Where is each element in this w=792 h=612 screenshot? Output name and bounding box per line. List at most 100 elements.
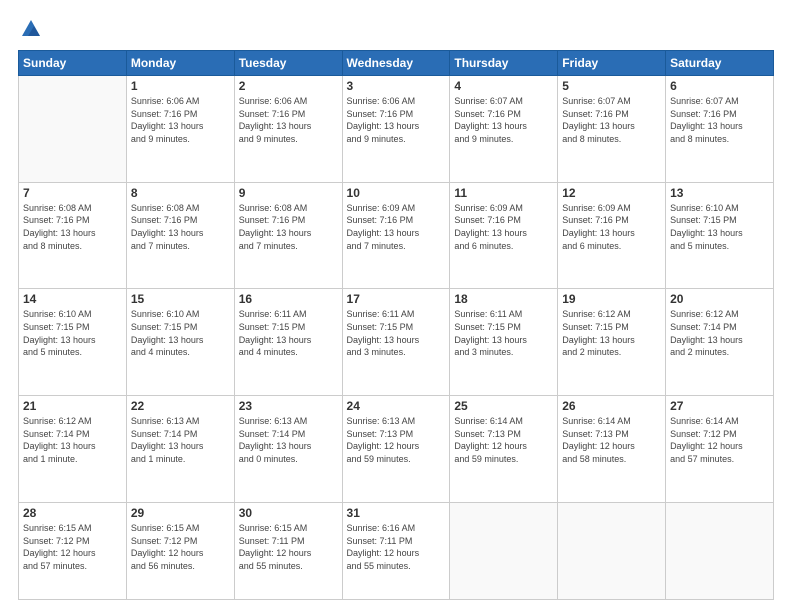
- calendar-cell: 12 Sunrise: 6:09 AM Sunset: 7:16 PM Dayli…: [558, 182, 666, 289]
- day-number: 25: [454, 399, 553, 413]
- calendar-cell: 13 Sunrise: 6:10 AM Sunset: 7:15 PM Dayli…: [666, 182, 774, 289]
- calendar-cell: 19Sunrise: 6:12 AM Sunset: 7:15 PM Dayli…: [558, 289, 666, 396]
- day-info: Sunrise: 6:14 AM Sunset: 7:13 PM Dayligh…: [562, 415, 661, 465]
- calendar-week-row: 28Sunrise: 6:15 AM Sunset: 7:12 PM Dayli…: [19, 502, 774, 599]
- day-number: 29: [131, 506, 230, 520]
- day-number: 17: [347, 292, 446, 306]
- day-number: 22: [131, 399, 230, 413]
- calendar-week-row: 1 Sunrise: 6:06 AM Sunset: 7:16 PM Daylig…: [19, 76, 774, 183]
- calendar-cell: 5Sunrise: 6:07 AM Sunset: 7:16 PM Daylig…: [558, 76, 666, 183]
- day-number: 31: [347, 506, 446, 520]
- day-number: 13: [670, 186, 769, 200]
- calendar-header-row: SundayMondayTuesdayWednesdayThursdayFrid…: [19, 51, 774, 76]
- day-number: 4: [454, 79, 553, 93]
- day-info: Sunrise: 6:06 AM Sunset: 7:16 PM Dayligh…: [347, 95, 446, 145]
- calendar-cell: 20 Sunrise: 6:12 AM Sunset: 7:14 PM Dayli…: [666, 289, 774, 396]
- day-number: 14: [23, 292, 122, 306]
- day-info: Sunrise: 6:06 AM Sunset: 7:16 PM Dayligh…: [131, 95, 230, 145]
- day-number: 15: [131, 292, 230, 306]
- calendar-cell: 6 Sunrise: 6:07 AM Sunset: 7:16 PM Daylig…: [666, 76, 774, 183]
- day-number: 23: [239, 399, 338, 413]
- calendar-cell: 9 Sunrise: 6:08 AM Sunset: 7:16 PM Daylig…: [234, 182, 342, 289]
- logo: [18, 18, 42, 40]
- day-number: 27: [670, 399, 769, 413]
- day-info: Sunrise: 6:09 AM Sunset: 7:16 PM Dayligh…: [347, 202, 446, 252]
- day-number: 20: [670, 292, 769, 306]
- calendar-cell: 28Sunrise: 6:15 AM Sunset: 7:12 PM Dayli…: [19, 502, 127, 599]
- calendar-cell: 18 Sunrise: 6:11 AM Sunset: 7:15 PM Dayli…: [450, 289, 558, 396]
- day-info: Sunrise: 6:10 AM Sunset: 7:15 PM Dayligh…: [23, 308, 122, 358]
- calendar-cell: 2Sunrise: 6:06 AM Sunset: 7:16 PM Daylig…: [234, 76, 342, 183]
- page: SundayMondayTuesdayWednesdayThursdayFrid…: [0, 0, 792, 612]
- day-number: 10: [347, 186, 446, 200]
- weekday-header-monday: Monday: [126, 51, 234, 76]
- day-number: 9: [239, 186, 338, 200]
- calendar-week-row: 7Sunrise: 6:08 AM Sunset: 7:16 PM Daylig…: [19, 182, 774, 289]
- calendar-cell: 25 Sunrise: 6:14 AM Sunset: 7:13 PM Dayli…: [450, 396, 558, 503]
- calendar-cell: 26 Sunrise: 6:14 AM Sunset: 7:13 PM Dayli…: [558, 396, 666, 503]
- calendar-table: SundayMondayTuesdayWednesdayThursdayFrid…: [18, 50, 774, 600]
- weekday-header-wednesday: Wednesday: [342, 51, 450, 76]
- calendar-cell: 4Sunrise: 6:07 AM Sunset: 7:16 PM Daylig…: [450, 76, 558, 183]
- calendar-cell: 17 Sunrise: 6:11 AM Sunset: 7:15 PM Dayli…: [342, 289, 450, 396]
- calendar-cell: 15 Sunrise: 6:10 AM Sunset: 7:15 PM Dayli…: [126, 289, 234, 396]
- weekday-header-friday: Friday: [558, 51, 666, 76]
- weekday-header-tuesday: Tuesday: [234, 51, 342, 76]
- day-info: Sunrise: 6:07 AM Sunset: 7:16 PM Dayligh…: [670, 95, 769, 145]
- day-info: Sunrise: 6:09 AM Sunset: 7:16 PM Dayligh…: [454, 202, 553, 252]
- day-info: Sunrise: 6:15 AM Sunset: 7:12 PM Dayligh…: [131, 522, 230, 572]
- weekday-header-saturday: Saturday: [666, 51, 774, 76]
- calendar-cell: 27 Sunrise: 6:14 AM Sunset: 7:12 PM Dayli…: [666, 396, 774, 503]
- day-number: 8: [131, 186, 230, 200]
- calendar-cell: 31 Sunrise: 6:16 AM Sunset: 7:11 PM Dayli…: [342, 502, 450, 599]
- day-info: Sunrise: 6:09 AM Sunset: 7:16 PM Dayligh…: [562, 202, 661, 252]
- day-info: Sunrise: 6:12 AM Sunset: 7:14 PM Dayligh…: [23, 415, 122, 465]
- day-info: Sunrise: 6:14 AM Sunset: 7:12 PM Dayligh…: [670, 415, 769, 465]
- day-info: Sunrise: 6:15 AM Sunset: 7:12 PM Dayligh…: [23, 522, 122, 572]
- day-info: Sunrise: 6:13 AM Sunset: 7:14 PM Dayligh…: [239, 415, 338, 465]
- calendar-cell: 1 Sunrise: 6:06 AM Sunset: 7:16 PM Daylig…: [126, 76, 234, 183]
- day-info: Sunrise: 6:13 AM Sunset: 7:13 PM Dayligh…: [347, 415, 446, 465]
- day-number: 24: [347, 399, 446, 413]
- calendar-cell: [450, 502, 558, 599]
- day-number: 16: [239, 292, 338, 306]
- day-number: 12: [562, 186, 661, 200]
- calendar-cell: 21 Sunrise: 6:12 AM Sunset: 7:14 PM Dayli…: [19, 396, 127, 503]
- day-number: 11: [454, 186, 553, 200]
- logo-icon: [20, 18, 42, 40]
- day-info: Sunrise: 6:16 AM Sunset: 7:11 PM Dayligh…: [347, 522, 446, 572]
- header: [18, 18, 774, 40]
- calendar-cell: [19, 76, 127, 183]
- day-number: 21: [23, 399, 122, 413]
- day-info: Sunrise: 6:11 AM Sunset: 7:15 PM Dayligh…: [347, 308, 446, 358]
- calendar-week-row: 14 Sunrise: 6:10 AM Sunset: 7:15 PM Dayli…: [19, 289, 774, 396]
- calendar-cell: 29 Sunrise: 6:15 AM Sunset: 7:12 PM Dayli…: [126, 502, 234, 599]
- calendar-cell: 16 Sunrise: 6:11 AM Sunset: 7:15 PM Dayli…: [234, 289, 342, 396]
- calendar-cell: 22 Sunrise: 6:13 AM Sunset: 7:14 PM Dayli…: [126, 396, 234, 503]
- calendar-cell: [558, 502, 666, 599]
- calendar-cell: 3Sunrise: 6:06 AM Sunset: 7:16 PM Daylig…: [342, 76, 450, 183]
- day-number: 19: [562, 292, 661, 306]
- calendar-cell: 11 Sunrise: 6:09 AM Sunset: 7:16 PM Dayli…: [450, 182, 558, 289]
- calendar-cell: 24 Sunrise: 6:13 AM Sunset: 7:13 PM Dayli…: [342, 396, 450, 503]
- day-info: Sunrise: 6:11 AM Sunset: 7:15 PM Dayligh…: [239, 308, 338, 358]
- day-info: Sunrise: 6:13 AM Sunset: 7:14 PM Dayligh…: [131, 415, 230, 465]
- day-info: Sunrise: 6:10 AM Sunset: 7:15 PM Dayligh…: [131, 308, 230, 358]
- day-number: 2: [239, 79, 338, 93]
- day-number: 1: [131, 79, 230, 93]
- day-info: Sunrise: 6:12 AM Sunset: 7:14 PM Dayligh…: [670, 308, 769, 358]
- day-info: Sunrise: 6:11 AM Sunset: 7:15 PM Dayligh…: [454, 308, 553, 358]
- calendar-cell: 23 Sunrise: 6:13 AM Sunset: 7:14 PM Dayli…: [234, 396, 342, 503]
- day-number: 26: [562, 399, 661, 413]
- weekday-header-sunday: Sunday: [19, 51, 127, 76]
- calendar-cell: 14 Sunrise: 6:10 AM Sunset: 7:15 PM Dayli…: [19, 289, 127, 396]
- day-info: Sunrise: 6:15 AM Sunset: 7:11 PM Dayligh…: [239, 522, 338, 572]
- day-info: Sunrise: 6:10 AM Sunset: 7:15 PM Dayligh…: [670, 202, 769, 252]
- day-number: 18: [454, 292, 553, 306]
- day-info: Sunrise: 6:08 AM Sunset: 7:16 PM Dayligh…: [23, 202, 122, 252]
- day-info: Sunrise: 6:08 AM Sunset: 7:16 PM Dayligh…: [239, 202, 338, 252]
- day-info: Sunrise: 6:14 AM Sunset: 7:13 PM Dayligh…: [454, 415, 553, 465]
- calendar-cell: 30Sunrise: 6:15 AM Sunset: 7:11 PM Dayli…: [234, 502, 342, 599]
- day-info: Sunrise: 6:08 AM Sunset: 7:16 PM Dayligh…: [131, 202, 230, 252]
- day-number: 6: [670, 79, 769, 93]
